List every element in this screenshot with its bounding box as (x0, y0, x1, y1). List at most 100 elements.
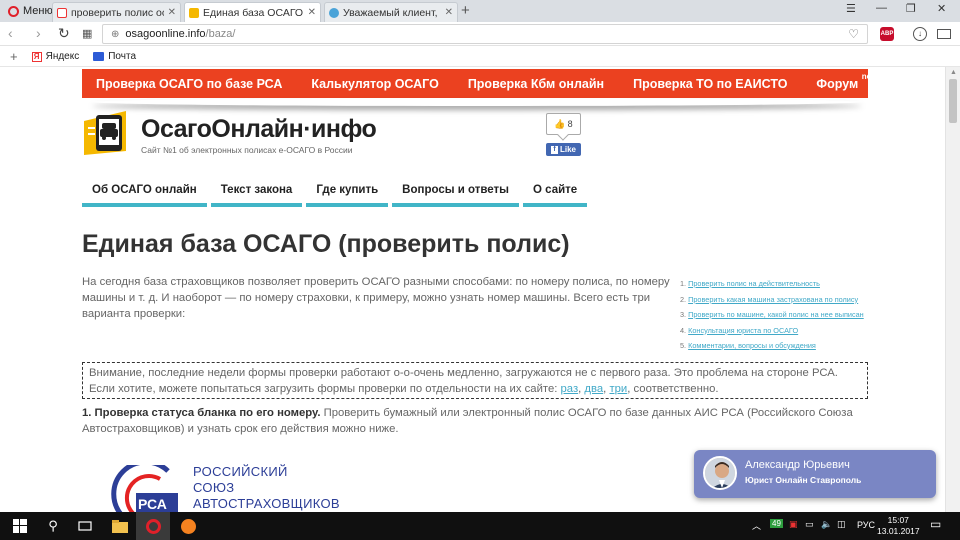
page-title: Единая база ОСАГО (проверить полис) (82, 230, 570, 258)
topnav-to-check[interactable]: Проверка ТО по ЕАИСТО (633, 77, 787, 91)
scroll-thumb[interactable] (949, 79, 957, 123)
tray-badge[interactable]: 49 (770, 519, 783, 528)
tray-expand-icon[interactable]: ︿ (752, 519, 761, 532)
nav-shadow (92, 98, 862, 106)
tab-title: Единая база ОСАГО (пров (203, 6, 304, 19)
bookmark-label: Яндекс (45, 51, 80, 62)
new-tab-plus-icon[interactable]: + (461, 2, 470, 19)
yandex-icon: Я (31, 51, 42, 62)
volume-icon[interactable]: 🔈 (821, 519, 832, 530)
rsa-line: РОССИЙСКИЙ (193, 464, 288, 479)
thumbs-up-icon: 👍 (554, 118, 566, 129)
intro-paragraph: На сегодня база страховщиков позволяет п… (82, 276, 670, 320)
forward-icon[interactable]: › (36, 25, 41, 41)
site-favicon-icon (329, 7, 339, 18)
rsa-logo-icon: РСА (111, 465, 178, 512)
mail-icon (93, 52, 105, 61)
notice-tail: , соответственно. (627, 382, 719, 395)
clock-date: 13.01.2017 (877, 526, 920, 536)
file-explorer-icon[interactable] (106, 512, 134, 540)
notice-box: Внимание, последние недели формы проверк… (82, 362, 868, 399)
url-path: /baza/ (205, 28, 236, 40)
avast-taskbar-icon[interactable] (174, 512, 202, 540)
page-scrollbar[interactable]: ▲ (945, 67, 960, 512)
like-count: 8 (567, 119, 573, 129)
close-tab-icon[interactable]: ✕ (308, 7, 316, 18)
browser-tab-bar: Меню проверить полис осаго - ✕ Единая ба… (0, 0, 960, 22)
tray-app-icon[interactable]: ▣ (789, 519, 798, 530)
toc-link[interactable]: Проверить какая машина застрахована по п… (688, 295, 858, 304)
battery-icon[interactable]: ▭ (805, 519, 814, 530)
tab-menu-icon[interactable]: ☰ (846, 2, 856, 15)
search-icon[interactable]: ⚲ (40, 512, 66, 540)
topnav-kbm-check[interactable]: Проверка Кбм онлайн (468, 77, 604, 91)
rsa-line: СОЮЗ (193, 480, 235, 495)
abp-label: ABP (880, 31, 894, 37)
bookmarks-bar: + Я Яндекс Почта (0, 47, 960, 67)
menu-law-text[interactable]: Текст закона (210, 177, 303, 207)
lawyer-avatar (703, 456, 737, 490)
menu-about-site[interactable]: О сайте (523, 177, 588, 207)
rsa-line: АВТОСТРАХОВЩИКОВ (193, 496, 340, 511)
bookmark-yandex[interactable]: Я Яндекс (31, 51, 80, 62)
menu-faq[interactable]: Вопросы и ответы (392, 177, 520, 207)
toc-item: 3. Проверить по машине, какой полис на н… (680, 310, 864, 319)
lawyer-name: Александр Юрьевич (745, 459, 850, 471)
toc-link[interactable]: Комментарии, вопросы и обсуждения (688, 341, 816, 350)
toc-link[interactable]: Проверить по машине, какой полис на нее … (688, 310, 864, 319)
bookmark-pochta[interactable]: Почта (93, 51, 136, 62)
rsa-link-2[interactable]: два (584, 383, 603, 395)
rsa-link-1[interactable]: раз (561, 383, 579, 395)
add-bookmark-icon[interactable]: + (10, 49, 18, 64)
toc-item: 2. Проверить какая машина застрахована п… (680, 294, 859, 304)
globe-icon: ⊕ (111, 28, 120, 40)
url-field[interactable]: ⊕ osagoonline.info /baza/ ♡ (102, 24, 868, 44)
clock-time: 15:07 (887, 515, 909, 525)
notifications-icon[interactable]: ▭ (930, 517, 941, 531)
top-navigation: Проверка ОСАГО по базе РСА Калькулятор О… (82, 69, 877, 98)
topnav-calculator[interactable]: Калькулятор ОСАГО (311, 77, 438, 91)
reload-icon[interactable]: ↻ (58, 25, 70, 42)
task-view-icon[interactable] (72, 512, 98, 540)
minimize-icon[interactable]: — (876, 2, 887, 14)
site-subtitle: Сайт №1 об электронных полисах е-ОСАГО в… (141, 145, 353, 155)
adblock-plus-icon[interactable]: ABP (880, 27, 894, 41)
opera-menu-button[interactable]: Меню (2, 2, 59, 20)
system-clock[interactable]: 15:07 13.01.2017 (877, 515, 920, 537)
tab-uvazhaemy-klient[interactable]: Уважаемый клиент, номе ✕ (324, 2, 458, 22)
toc-link[interactable]: Проверить полис на действительность (688, 279, 820, 288)
back-icon[interactable]: ‹ (8, 25, 13, 41)
network-icon[interactable]: ◫ (837, 519, 846, 530)
language-indicator[interactable]: РУС (857, 520, 875, 530)
tab-edinaya-baza[interactable]: Единая база ОСАГО (пров ✕ (184, 2, 321, 22)
tab-title: проверить полис осаго - (71, 6, 164, 19)
speed-dial-icon[interactable]: ▦ (82, 27, 92, 40)
topnav-rsa-check[interactable]: Проверка ОСАГО по базе РСА (96, 77, 282, 91)
topnav-forum[interactable]: Форум new (816, 72, 877, 91)
tab-polis-check[interactable]: проверить полис осаго - ✕ (52, 2, 181, 22)
toc-link[interactable]: Консультация юриста по ОСАГО (688, 326, 798, 335)
close-tab-icon[interactable]: ✕ (168, 7, 176, 18)
opera-taskbar-icon[interactable] (136, 512, 170, 540)
menu-where-to-buy[interactable]: Где купить (306, 177, 389, 207)
bookmark-heart-icon[interactable]: ♡ (848, 27, 859, 41)
scroll-up-icon[interactable]: ▲ (950, 69, 957, 76)
battery-saver-icon[interactable] (937, 29, 951, 39)
fb-like-label: Like (559, 145, 576, 154)
windows-start-icon[interactable] (0, 512, 40, 540)
close-tab-icon[interactable]: ✕ (445, 7, 453, 18)
facebook-like-button[interactable]: f Like (546, 143, 581, 156)
lawyer-chat-widget[interactable]: Александр Юрьевич Юрист Онлайн Ставропол… (694, 450, 936, 498)
restore-window-icon[interactable]: ❐ (906, 2, 916, 15)
toc-item: 4. Консультация юриста по ОСАГО (680, 325, 799, 335)
site-logo-icon[interactable] (82, 107, 128, 155)
lawyer-role: Юрист Онлайн Ставрополь (745, 475, 862, 485)
step1-heading: 1. Проверка статуса бланка по его номеру… (82, 407, 321, 419)
close-window-icon[interactable]: ✕ (937, 2, 946, 15)
site-title[interactable]: ОсагоОнлайн·инфо (141, 115, 377, 144)
menu-about-osago[interactable]: Об ОСАГО онлайн (82, 177, 207, 207)
download-icon[interactable]: ↓ (913, 27, 927, 41)
menu-label: Меню (23, 5, 53, 17)
rsa-link-3[interactable]: три (609, 383, 627, 395)
yandex-favicon-icon (57, 7, 67, 18)
